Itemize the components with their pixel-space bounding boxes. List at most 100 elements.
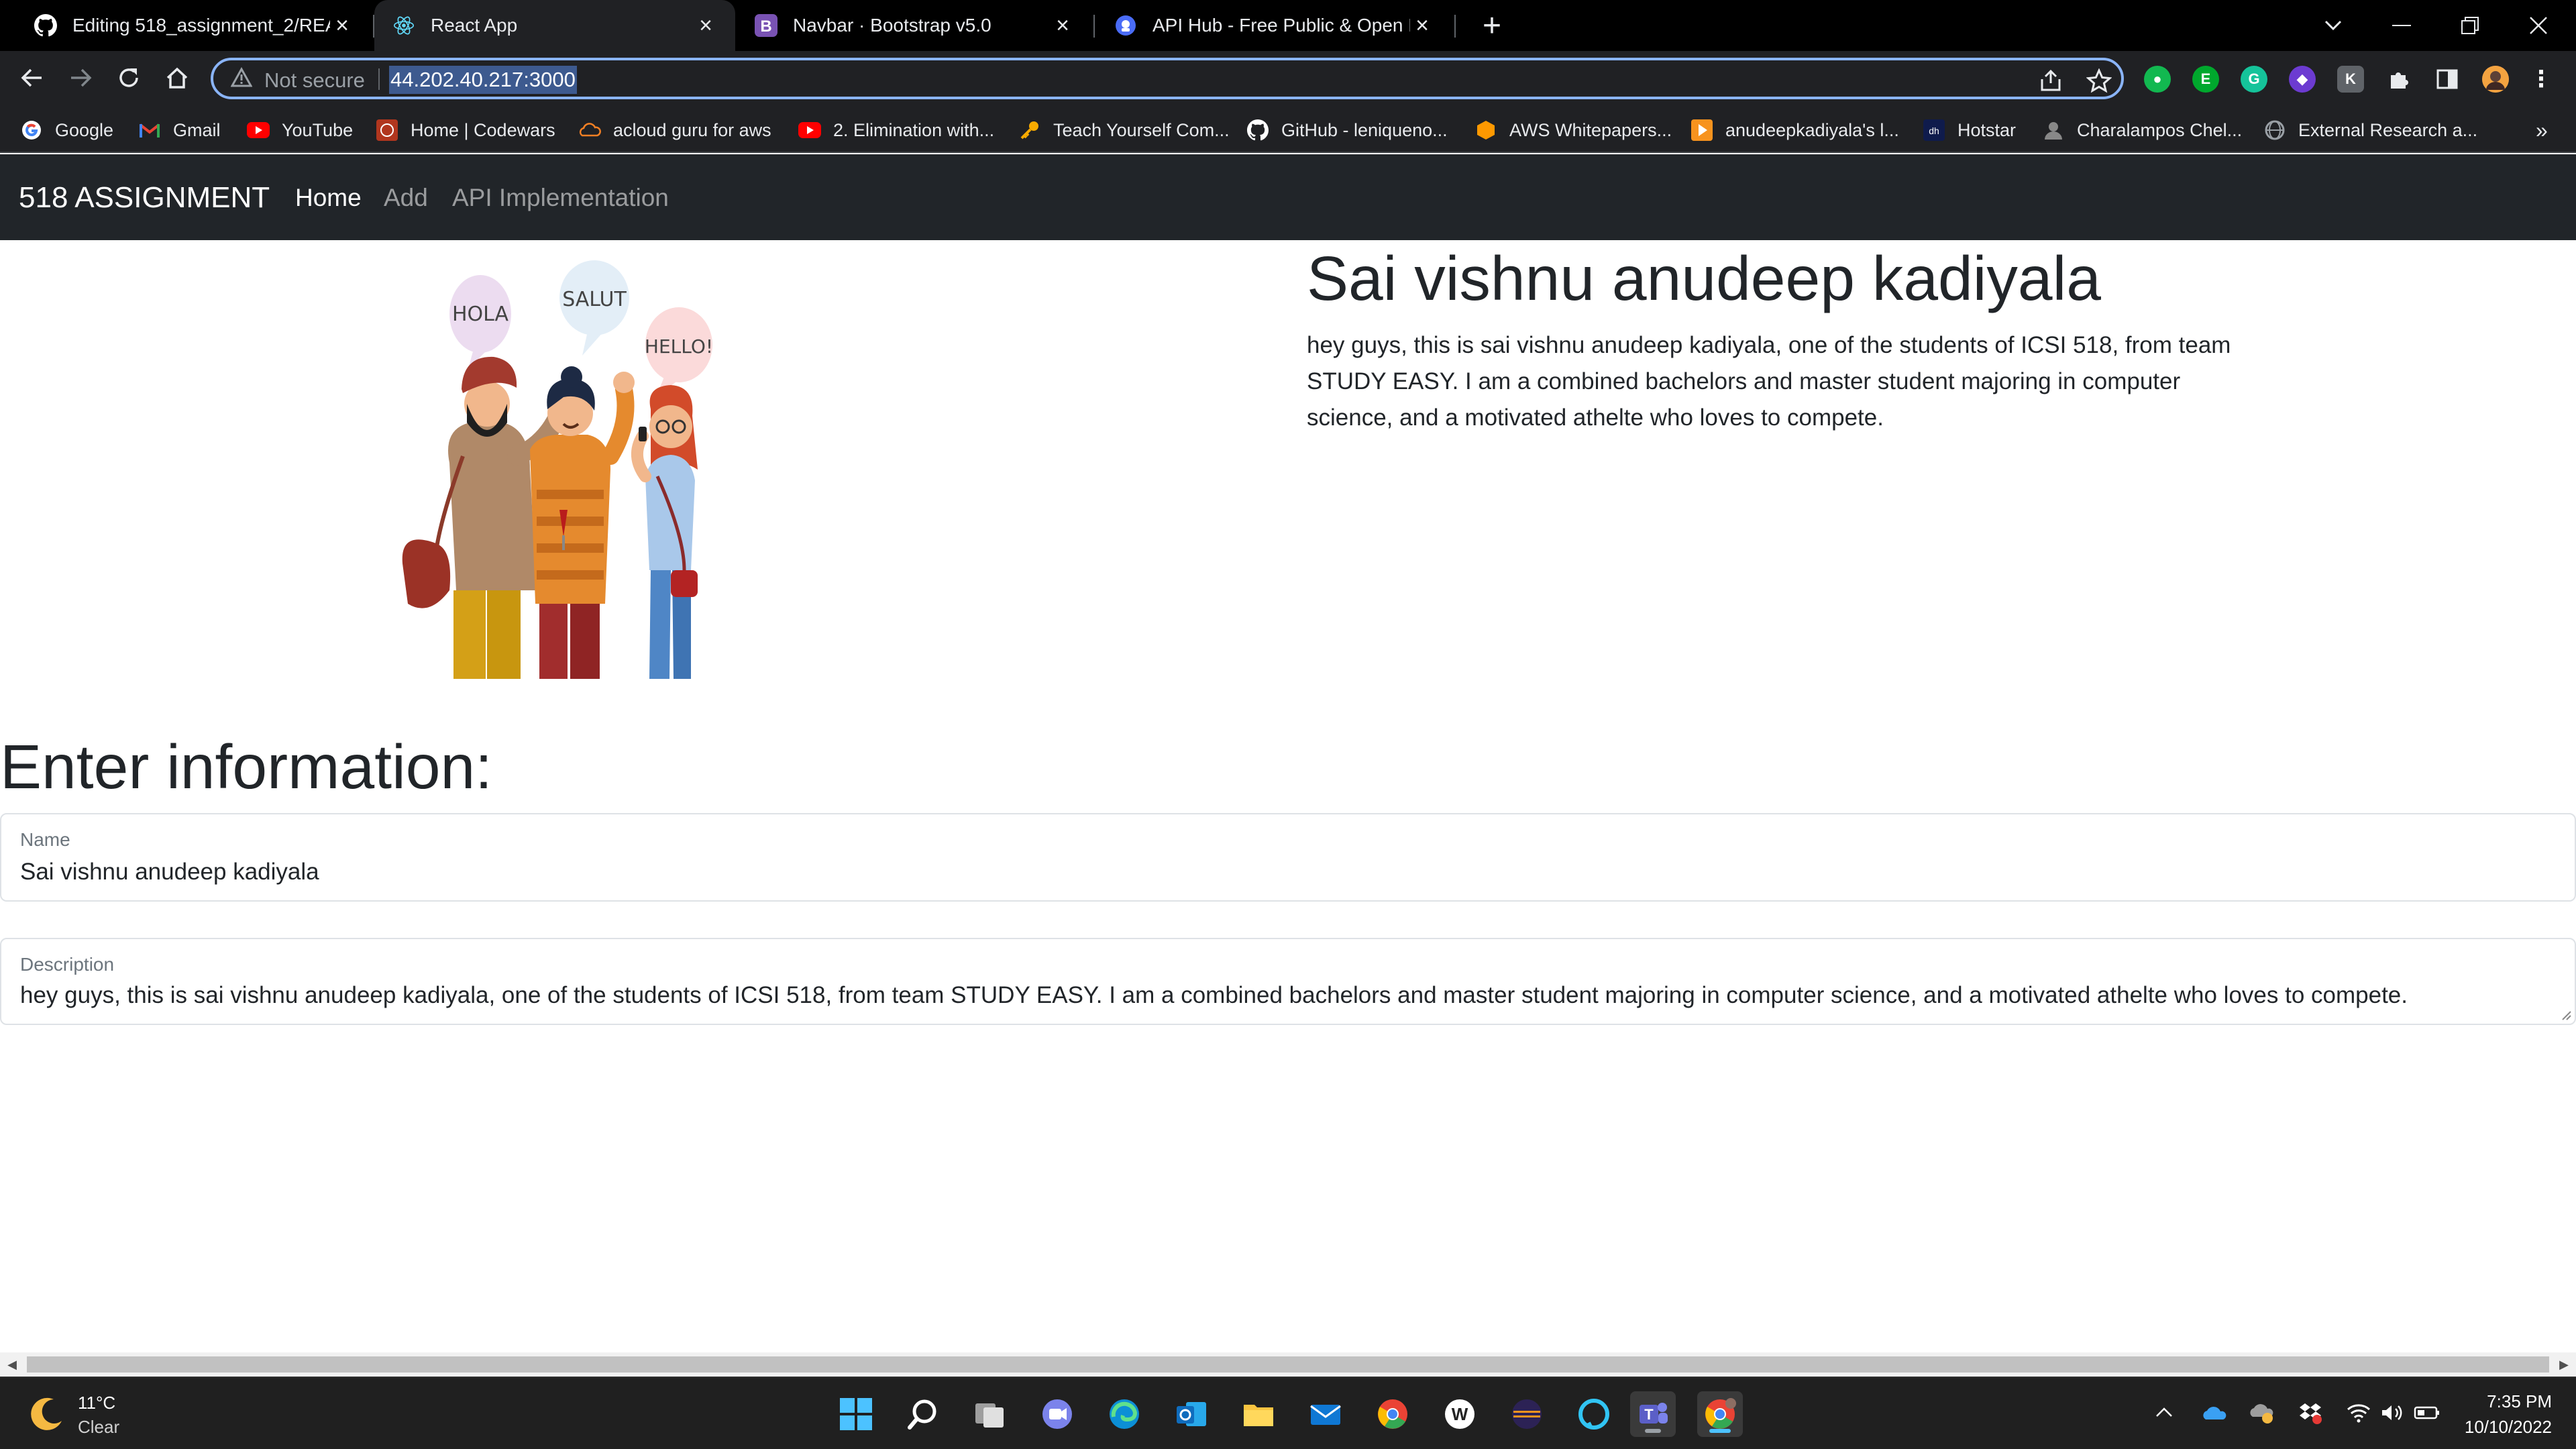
- bookmark-label: Charalampos Chel...: [2077, 119, 2243, 140]
- new-tab-button[interactable]: +: [1473, 7, 1511, 44]
- running-indicator: [1645, 1429, 1661, 1433]
- close-icon[interactable]: ×: [1410, 13, 1434, 39]
- mail-icon[interactable]: [1303, 1391, 1348, 1437]
- bookmark-anudeep[interactable]: anudeepkadiyala's l...: [1690, 117, 1899, 144]
- task-view-icon[interactable]: [967, 1391, 1013, 1437]
- bookmark-hotstar[interactable]: dh Hotstar: [1923, 117, 2016, 144]
- active-indicator: [1709, 1429, 1731, 1433]
- forward-button[interactable]: [60, 58, 101, 98]
- nav-link-home[interactable]: Home: [295, 184, 362, 212]
- chevron-up-icon[interactable]: [2149, 1398, 2179, 1428]
- speech-bubble-salut: SALUT: [559, 260, 629, 356]
- grammarly-icon[interactable]: G: [2241, 66, 2267, 93]
- bookmark-star-icon[interactable]: [2086, 68, 2112, 97]
- address-bar[interactable]: Not secure 44.202.40.217:3000: [211, 58, 2124, 99]
- tab-search-icon[interactable]: [2300, 0, 2367, 51]
- menu-dots-icon[interactable]: ⋮: [2528, 66, 2555, 93]
- onedrive-icon[interactable]: [2199, 1398, 2229, 1428]
- bookmark-youtube[interactable]: YouTube: [247, 117, 353, 144]
- navbar-brand[interactable]: 518 ASSIGNMENT: [19, 181, 270, 215]
- bootstrap-icon: B: [754, 13, 778, 38]
- alexa-icon[interactable]: [1571, 1391, 1617, 1437]
- weather-temperature[interactable]: 11°C: [78, 1393, 115, 1413]
- bookmark-label: anudeepkadiyala's l...: [1725, 119, 1899, 140]
- nav-link-api-implementation[interactable]: API Implementation: [452, 184, 669, 212]
- weather-condition[interactable]: Clear: [78, 1417, 119, 1438]
- teams-icon[interactable]: T: [1630, 1391, 1676, 1437]
- extension-k-icon[interactable]: K: [2337, 66, 2364, 93]
- start-button[interactable]: [833, 1391, 879, 1437]
- bookmark-aws[interactable]: AWS Whitepapers...: [1474, 117, 1672, 144]
- chrome-icon[interactable]: [1370, 1391, 1415, 1437]
- clock-time[interactable]: 7:35 PM: [2487, 1391, 2552, 1412]
- bookmark-elimination[interactable]: 2. Elimination with...: [798, 117, 994, 144]
- evernote-icon[interactable]: E: [2192, 66, 2219, 93]
- wifi-icon[interactable]: [2344, 1398, 2373, 1428]
- scroll-right-arrow-icon[interactable]: ▶: [2557, 1358, 2571, 1371]
- extension-chat-icon[interactable]: ●: [2144, 66, 2171, 93]
- teams-chat-icon[interactable]: [1034, 1391, 1080, 1437]
- close-window-button[interactable]: [2505, 0, 2572, 51]
- tab-react-app[interactable]: React App ×: [374, 0, 735, 51]
- close-icon[interactable]: ×: [330, 13, 354, 39]
- bookmark-acloudguru[interactable]: acloud guru for aws: [578, 117, 771, 144]
- outlook-icon[interactable]: [1169, 1391, 1214, 1437]
- bookmark-teach-yourself[interactable]: Teach Yourself Com...: [1018, 117, 1230, 144]
- name-field[interactable]: Name Sai vishnu anudeep kadiyala: [0, 813, 2576, 902]
- avatar[interactable]: [2482, 66, 2509, 93]
- home-button[interactable]: [157, 58, 197, 98]
- bookmark-label: Gmail: [173, 119, 221, 140]
- chrome-active-icon[interactable]: [1697, 1391, 1743, 1437]
- bookmark-external-research[interactable]: External Research a...: [2263, 117, 2477, 144]
- volume-icon[interactable]: [2377, 1398, 2407, 1428]
- tab-github[interactable]: Editing 518_assignment_2/READM ×: [16, 0, 372, 51]
- resize-handle-icon[interactable]: [2559, 1008, 2572, 1021]
- warning-icon[interactable]: [230, 66, 253, 92]
- scrollbar-thumb[interactable]: [27, 1356, 2549, 1373]
- word-app-icon[interactable]: W: [1437, 1391, 1483, 1437]
- dropbox-icon[interactable]: [2296, 1398, 2325, 1428]
- nav-link-add[interactable]: Add: [384, 184, 428, 212]
- minimize-button[interactable]: [2368, 0, 2435, 51]
- globe-icon: [2263, 119, 2286, 142]
- profile-name-heading: Sai vishnu anudeep kadiyala: [1307, 244, 2102, 313]
- description-textarea[interactable]: hey guys, this is sai vishnu anudeep kad…: [20, 982, 2408, 1009]
- edge-icon[interactable]: [1102, 1391, 1147, 1437]
- extension-color-icon[interactable]: ◆: [2289, 66, 2316, 93]
- close-icon[interactable]: ×: [1051, 13, 1075, 39]
- url-text[interactable]: 44.202.40.217:3000: [389, 66, 577, 94]
- bookmark-charalampos[interactable]: Charalampos Chel...: [2042, 117, 2242, 144]
- scroll-left-arrow-icon[interactable]: ◀: [5, 1358, 19, 1371]
- horizontal-scrollbar[interactable]: ◀ ▶: [0, 1352, 2576, 1377]
- tab-bootstrap[interactable]: B Navbar · Bootstrap v5.0 ×: [737, 0, 1092, 51]
- description-field[interactable]: Description hey guys, this is sai vishnu…: [0, 938, 2576, 1025]
- bubble-text: SALUT: [562, 288, 627, 311]
- bookmark-gmail[interactable]: Gmail: [138, 117, 221, 144]
- svg-text:T: T: [1644, 1406, 1654, 1423]
- file-explorer-icon[interactable]: [1236, 1391, 1281, 1437]
- tab-title: Navbar · Bootstrap v5.0: [793, 15, 991, 36]
- back-button[interactable]: [12, 58, 52, 98]
- close-icon[interactable]: ×: [694, 13, 718, 39]
- onedrive-sync-icon[interactable]: [2247, 1398, 2277, 1428]
- battery-icon[interactable]: [2412, 1398, 2442, 1428]
- moon-weather-icon[interactable]: [27, 1394, 67, 1438]
- name-input[interactable]: Sai vishnu anudeep kadiyala: [20, 859, 319, 885]
- side-panel-icon[interactable]: [2434, 66, 2461, 93]
- bookmark-google[interactable]: Google: [20, 117, 113, 144]
- eclipse-icon[interactable]: [1504, 1391, 1550, 1437]
- reload-button[interactable]: [109, 58, 149, 98]
- security-label[interactable]: Not secure: [264, 68, 365, 93]
- bookmark-github[interactable]: GitHub - leniqueno...: [1246, 117, 1448, 144]
- share-icon[interactable]: [2038, 68, 2063, 97]
- clock-date[interactable]: 10/10/2022: [2465, 1417, 2552, 1438]
- tab-api-hub[interactable]: API Hub - Free Public & Open Re ×: [1096, 0, 1452, 51]
- puzzle-icon[interactable]: [2385, 66, 2412, 93]
- bookmark-codewars[interactable]: Home | Codewars: [376, 117, 555, 144]
- search-icon[interactable]: [900, 1391, 946, 1437]
- github-icon: [34, 13, 58, 38]
- bookmark-label: acloud guru for aws: [613, 119, 771, 140]
- restore-button[interactable]: [2436, 0, 2504, 51]
- google-icon: [20, 119, 43, 142]
- bookmarks-overflow-button[interactable]: »: [2536, 117, 2548, 144]
